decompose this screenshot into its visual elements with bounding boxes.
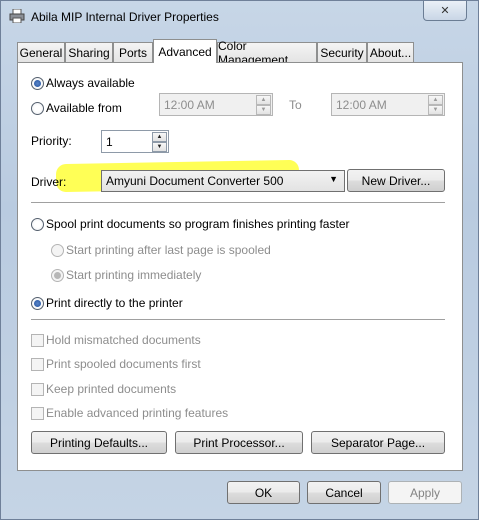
available-from-label: Available from	[46, 101, 122, 115]
keep-printed-label: Keep printed documents	[46, 382, 177, 396]
chevron-down-icon: ▼	[329, 174, 338, 184]
close-button[interactable]: ✕	[423, 1, 467, 21]
ok-label: OK	[254, 485, 273, 500]
advanced-features-label: Enable advanced printing features	[46, 406, 229, 420]
tab-general[interactable]: General	[17, 42, 65, 62]
printer-icon	[9, 9, 25, 23]
new-driver-button-label: New Driver...	[361, 173, 431, 188]
to-time-value: 12:00 AM	[336, 98, 387, 112]
available-from-radio[interactable]	[31, 102, 44, 115]
start-immediately-label: Start printing immediately	[66, 268, 202, 282]
new-driver-button[interactable]: New Driver...	[347, 169, 445, 192]
window-title: Abila MIP Internal Driver Properties	[31, 10, 219, 24]
divider	[31, 202, 445, 203]
to-time-spinner[interactable]: ▲ ▼	[428, 95, 443, 115]
close-icon: ✕	[440, 5, 450, 17]
hold-mismatched-label: Hold mismatched documents	[46, 333, 201, 347]
print-directly-label: Print directly to the printer	[46, 296, 183, 310]
apply-label: Apply	[409, 485, 441, 500]
spool-radio[interactable]	[31, 218, 44, 231]
tab-label: About...	[369, 45, 412, 60]
driver-select-value: Amyuni Document Converter 500	[106, 174, 284, 188]
tab-ports[interactable]: Ports	[113, 42, 153, 62]
advanced-features-checkbox[interactable]	[31, 407, 44, 420]
from-time-spinner[interactable]: ▲ ▼	[256, 95, 271, 115]
priority-stepper[interactable]: 1 ▲ ▼	[101, 130, 169, 153]
cancel-button[interactable]: Cancel	[307, 481, 381, 504]
hold-mismatched-checkbox[interactable]	[31, 334, 44, 347]
separator-page-label: Separator Page...	[330, 435, 426, 450]
title-bar[interactable]: Abila MIP Internal Driver Properties ✕	[1, 1, 478, 33]
spin-down-icon[interactable]: ▼	[428, 105, 443, 115]
print-directly-radio[interactable]	[31, 297, 44, 310]
start-immediately-radio[interactable]	[51, 269, 64, 282]
tab-label: Ports	[118, 45, 147, 60]
printing-defaults-label: Printing Defaults...	[49, 435, 149, 450]
start-after-last-page-radio[interactable]	[51, 244, 64, 257]
tab-label: Security	[320, 45, 364, 60]
spin-up-icon[interactable]: ▲	[256, 95, 271, 105]
printer-properties-window: Abila MIP Internal Driver Properties ✕ G…	[0, 0, 479, 520]
spooled-first-label: Print spooled documents first	[46, 357, 201, 371]
divider	[31, 319, 445, 320]
from-time-value: 12:00 AM	[164, 98, 215, 112]
tab-label: Advanced	[158, 44, 212, 59]
available-to-time[interactable]: 12:00 AM ▲ ▼	[331, 93, 445, 116]
priority-spinner[interactable]: ▲ ▼	[152, 132, 167, 152]
ok-button[interactable]: OK	[227, 481, 300, 504]
apply-button[interactable]: Apply	[388, 481, 462, 504]
tab-advanced[interactable]: Advanced	[153, 39, 217, 63]
driver-label: Driver:	[31, 175, 67, 189]
always-available-label: Always available	[46, 76, 135, 90]
tab-label: General	[19, 45, 63, 60]
tab-color-management[interactable]: Color Management	[217, 39, 317, 67]
spin-down-icon[interactable]: ▼	[256, 105, 271, 115]
always-available-radio[interactable]	[31, 77, 44, 90]
tab-sharing[interactable]: Sharing	[65, 42, 113, 62]
available-from-time[interactable]: 12:00 AM ▲ ▼	[159, 93, 273, 116]
print-processor-button[interactable]: Print Processor...	[175, 431, 303, 454]
spin-down-icon[interactable]: ▼	[152, 142, 167, 152]
spooled-first-checkbox[interactable]	[31, 358, 44, 371]
separator-page-button[interactable]: Separator Page...	[311, 431, 445, 454]
tab-about[interactable]: About...	[367, 42, 414, 62]
start-after-last-page-label: Start printing after last page is spoole…	[66, 243, 271, 257]
tab-security[interactable]: Security	[317, 42, 367, 62]
driver-select[interactable]: Amyuni Document Converter 500 ▼	[101, 170, 345, 192]
cancel-label: Cancel	[325, 485, 363, 500]
spin-up-icon[interactable]: ▲	[428, 95, 443, 105]
spool-label: Spool print documents so program finishe…	[46, 217, 350, 231]
printing-defaults-button[interactable]: Printing Defaults...	[31, 431, 167, 454]
priority-label: Priority:	[31, 134, 72, 148]
to-label: To	[289, 98, 302, 112]
keep-printed-checkbox[interactable]	[31, 383, 44, 396]
print-processor-label: Print Processor...	[193, 435, 285, 450]
priority-value: 1	[106, 135, 113, 149]
tab-label: Sharing	[68, 45, 110, 60]
spin-up-icon[interactable]: ▲	[152, 132, 167, 142]
